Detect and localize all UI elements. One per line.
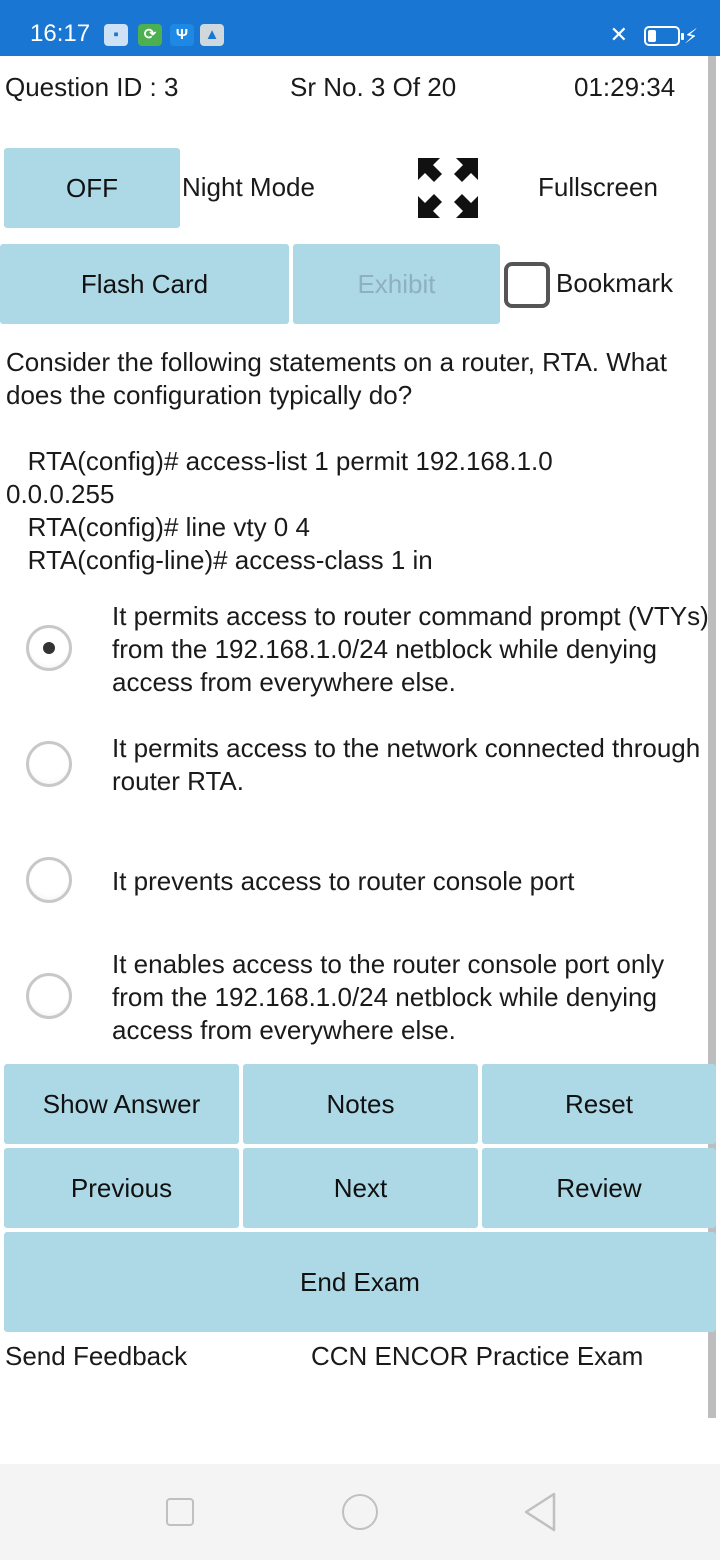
night-mode-toggle[interactable]: OFF [4, 148, 180, 228]
image-icon: ▪ [104, 24, 128, 46]
code-line: RTA(config-line)# access-class 1 in [6, 545, 433, 575]
previous-button[interactable]: Previous [4, 1148, 239, 1228]
fullscreen-label[interactable]: Fullscreen [538, 172, 658, 203]
status-bar: 16:17 ▪ ⟳ Ψ ▲ ✕ ⚡ [0, 0, 720, 56]
option-radio-3[interactable] [26, 857, 72, 903]
night-mode-label: Night Mode [182, 172, 315, 202]
show-answer-button[interactable]: Show Answer [4, 1064, 239, 1144]
status-time: 16:17 [30, 20, 91, 47]
code-line: 0.0.0.255 [6, 479, 115, 509]
fullscreen-icon[interactable] [418, 158, 478, 218]
ai-icon: ▲ [200, 24, 224, 46]
code-line: RTA(config)# line vty 0 4 [6, 512, 310, 542]
charging-icon: ⚡ [683, 26, 698, 48]
usb-icon: Ψ [170, 24, 194, 46]
home-icon[interactable] [342, 1494, 378, 1530]
option-radio-4[interactable] [26, 973, 72, 1019]
exam-timer: 01:29:34 [574, 72, 676, 102]
option-text-3[interactable]: It prevents access to router console por… [112, 865, 712, 898]
serial-number: Sr No. 3 Of 20 [290, 72, 457, 102]
question-id: Question ID : 3 [5, 72, 179, 102]
bookmark-checkbox[interactable] [504, 262, 550, 308]
exam-title: CCN ENCOR Practice Exam [311, 1341, 644, 1371]
notes-button[interactable]: Notes [243, 1064, 478, 1144]
exhibit-button: Exhibit [293, 244, 500, 324]
option-text-1[interactable]: It permits access to router command prom… [112, 600, 712, 699]
option-text-2[interactable]: It permits access to the network connect… [112, 732, 712, 798]
option-radio-1[interactable] [26, 625, 72, 671]
system-nav-bar [0, 1464, 720, 1560]
back-icon[interactable] [522, 1492, 558, 1532]
battery-icon [644, 26, 684, 46]
bookmark-label[interactable]: Bookmark [556, 268, 673, 299]
question-text: Consider the following statements on a r… [6, 347, 667, 410]
end-exam-button[interactable]: End Exam [4, 1232, 716, 1332]
send-feedback-link[interactable]: Send Feedback [5, 1341, 187, 1372]
recent-apps-icon[interactable] [166, 1498, 194, 1526]
app-icon: ⟳ [138, 24, 162, 46]
reset-button[interactable]: Reset [482, 1064, 716, 1144]
review-button[interactable]: Review [482, 1148, 716, 1228]
option-radio-2[interactable] [26, 741, 72, 787]
vibrate-off-icon: ✕ [609, 22, 628, 47]
option-text-4[interactable]: It enables access to the router console … [112, 948, 712, 1047]
code-line: RTA(config)# access-list 1 permit 192.16… [6, 446, 553, 476]
flash-card-button[interactable]: Flash Card [0, 244, 289, 324]
next-button[interactable]: Next [243, 1148, 478, 1228]
